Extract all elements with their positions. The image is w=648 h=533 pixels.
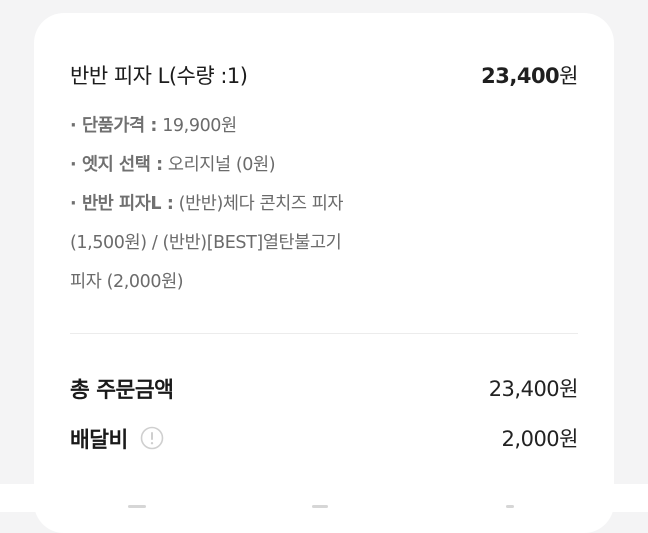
order-item-name: 반반 피자 L(수량 :1) [70,64,248,88]
delivery-fee-label: 배달비 [70,427,128,453]
option-half-label: · 반반 피자L : [70,194,174,214]
option-edge: · 엣지 선택 : 오리지널 (0원) [70,146,430,185]
order-item-price-unit: 원 [559,64,578,88]
option-unit-price-value: 19,900원 [162,116,237,136]
order-item-price-number: 23,400 [481,64,560,88]
order-item-options: · 단품가격 : 19,900원 · 엣지 선택 : 오리지널 (0원) · 반… [70,107,430,302]
delivery-fee-label-group: 배달비 [70,423,164,454]
option-unit-price-label: · 단품가격 : [70,116,158,136]
bottom-tab-hint-3 [506,505,514,508]
delivery-fee-value: 2,000원 [501,427,579,451]
option-edge-value: 오리지널 (0원) [167,155,276,175]
delivery-fee-row: 배달비 2,000원 [70,421,579,455]
option-half: · 반반 피자L : (반반)체다 콘치즈 피자 [70,185,430,224]
summary-divider [70,333,578,334]
order-item-row: 반반 피자 L(수량 :1) 23,400원 [70,58,578,92]
order-summary-card: 반반 피자 L(수량 :1) 23,400원 · 단품가격 : 19,900원 … [34,13,614,533]
bottom-tab-hint-2 [312,505,328,508]
option-half-value-line2: (1,500원) / (반반)[BEST]열탄불고기 [70,233,342,253]
order-item-price: 23,400원 [481,60,578,90]
option-half-value-line1: (반반)체다 콘치즈 피자 [178,194,344,214]
total-order-amount-label: 총 주문금액 [70,377,174,403]
option-edge-label: · 엣지 선택 : [70,155,163,175]
option-unit-price: · 단품가격 : 19,900원 [70,107,430,146]
info-icon[interactable] [140,426,164,450]
option-half-value-line3: 피자 (2,000원) [70,272,184,292]
bottom-tab-hint-1 [128,505,146,508]
total-order-amount-row: 총 주문금액 23,400원 [70,371,579,405]
total-order-amount-value: 23,400원 [488,377,579,401]
